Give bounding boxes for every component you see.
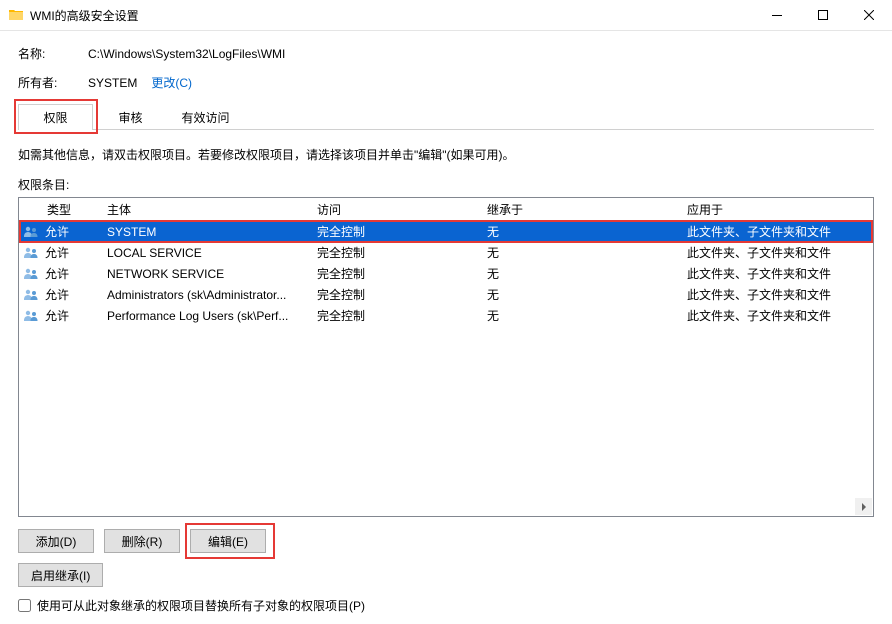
name-row: 名称: C:\Windows\System32\LogFiles\WMI <box>18 45 874 62</box>
cell-applies: 此文件夹、子文件夹和文件 <box>681 307 873 324</box>
instruction-text: 如需其他信息，请双击权限项目。若要修改权限项目，请选择该项目并单击"编辑"(如果… <box>18 146 874 164</box>
cell-type: 允许 <box>45 286 69 303</box>
cell-type: 允许 <box>45 265 69 282</box>
tab-permissions[interactable]: 权限 <box>18 104 93 130</box>
col-applies[interactable]: 应用于 <box>681 201 873 218</box>
table-header: 类型 主体 访问 继承于 应用于 <box>19 198 873 221</box>
cell-applies: 此文件夹、子文件夹和文件 <box>681 265 873 282</box>
cell-access: 完全控制 <box>311 223 481 240</box>
cell-principal: Performance Log Users (sk\Perf... <box>101 309 311 323</box>
add-button[interactable]: 添加(D) <box>18 529 94 553</box>
cell-inherited: 无 <box>481 265 681 282</box>
cell-principal: SYSTEM <box>101 225 311 239</box>
tab-effective-access[interactable]: 有效访问 <box>168 104 243 130</box>
cell-inherited: 无 <box>481 286 681 303</box>
col-type[interactable]: 类型 <box>19 201 101 218</box>
change-owner-link[interactable]: 更改(C) <box>151 74 192 91</box>
cell-type: 允许 <box>45 223 69 240</box>
owner-label: 所有者: <box>18 74 88 91</box>
button-row-2: 启用继承(I) <box>18 563 874 587</box>
cell-principal: NETWORK SERVICE <box>101 267 311 281</box>
window-controls <box>754 0 892 31</box>
cell-principal: LOCAL SERVICE <box>101 246 311 260</box>
title-bar: WMI的高级安全设置 <box>0 0 892 31</box>
users-icon <box>23 308 39 324</box>
table-row[interactable]: 允许 NETWORK SERVICE完全控制无此文件夹、子文件夹和文件 <box>19 263 873 284</box>
cell-inherited: 无 <box>481 244 681 261</box>
maximize-button[interactable] <box>800 0 846 31</box>
cell-type: 允许 <box>45 307 69 324</box>
cell-principal: Administrators (sk\Administrator... <box>101 288 311 302</box>
cell-applies: 此文件夹、子文件夹和文件 <box>681 286 873 303</box>
enable-inheritance-button[interactable]: 启用继承(I) <box>18 563 103 587</box>
users-icon <box>23 224 39 240</box>
owner-value: SYSTEM <box>88 76 137 90</box>
table-row[interactable]: 允许 Performance Log Users (sk\Perf...完全控制无… <box>19 305 873 326</box>
replace-children-checkbox[interactable] <box>18 599 31 612</box>
table-row[interactable]: 允许 Administrators (sk\Administrator...完全控… <box>19 284 873 305</box>
entries-label: 权限条目: <box>18 176 874 193</box>
cell-access: 完全控制 <box>311 307 481 324</box>
name-value: C:\Windows\System32\LogFiles\WMI <box>88 47 285 61</box>
content-area: 名称: C:\Windows\System32\LogFiles\WMI 所有者… <box>0 31 892 624</box>
col-principal[interactable]: 主体 <box>101 201 311 218</box>
tabs-container: 权限 审核 有效访问 <box>18 103 874 130</box>
replace-children-row: 使用可从此对象继承的权限项目替换所有子对象的权限项目(P) <box>18 597 874 614</box>
cell-access: 完全控制 <box>311 265 481 282</box>
folder-icon <box>8 7 24 23</box>
owner-row: 所有者: SYSTEM 更改(C) <box>18 74 874 91</box>
cell-access: 完全控制 <box>311 244 481 261</box>
remove-button[interactable]: 删除(R) <box>104 529 180 553</box>
tab-strip: 权限 审核 有效访问 <box>18 103 874 130</box>
name-label: 名称: <box>18 45 88 62</box>
edit-button[interactable]: 编辑(E) <box>190 529 266 553</box>
table-row[interactable]: 允许 SYSTEM完全控制无此文件夹、子文件夹和文件 <box>19 221 873 242</box>
col-access[interactable]: 访问 <box>311 201 481 218</box>
minimize-button[interactable] <box>754 0 800 31</box>
col-inherited[interactable]: 继承于 <box>481 201 681 218</box>
replace-children-label: 使用可从此对象继承的权限项目替换所有子对象的权限项目(P) <box>37 597 365 614</box>
cell-inherited: 无 <box>481 307 681 324</box>
table-body: 允许SYSTEM完全控制无此文件夹、子文件夹和文件允许LOCAL SERVICE… <box>19 221 873 326</box>
cell-inherited: 无 <box>481 223 681 240</box>
users-icon <box>23 266 39 282</box>
horizontal-scrollbar-right[interactable] <box>855 498 872 515</box>
tab-auditing[interactable]: 审核 <box>93 104 168 130</box>
permissions-table: 类型 主体 访问 继承于 应用于 允许SYSTEM完全控制无此文件夹、子文件夹和… <box>18 197 874 517</box>
button-row-1: 添加(D) 删除(R) 编辑(E) <box>18 529 874 553</box>
cell-applies: 此文件夹、子文件夹和文件 <box>681 244 873 261</box>
users-icon <box>23 287 39 303</box>
close-button[interactable] <box>846 0 892 31</box>
cell-type: 允许 <box>45 244 69 261</box>
table-row[interactable]: 允许 LOCAL SERVICE完全控制无此文件夹、子文件夹和文件 <box>19 242 873 263</box>
cell-access: 完全控制 <box>311 286 481 303</box>
window-title: WMI的高级安全设置 <box>30 7 754 24</box>
cell-applies: 此文件夹、子文件夹和文件 <box>681 223 873 240</box>
users-icon <box>23 245 39 261</box>
